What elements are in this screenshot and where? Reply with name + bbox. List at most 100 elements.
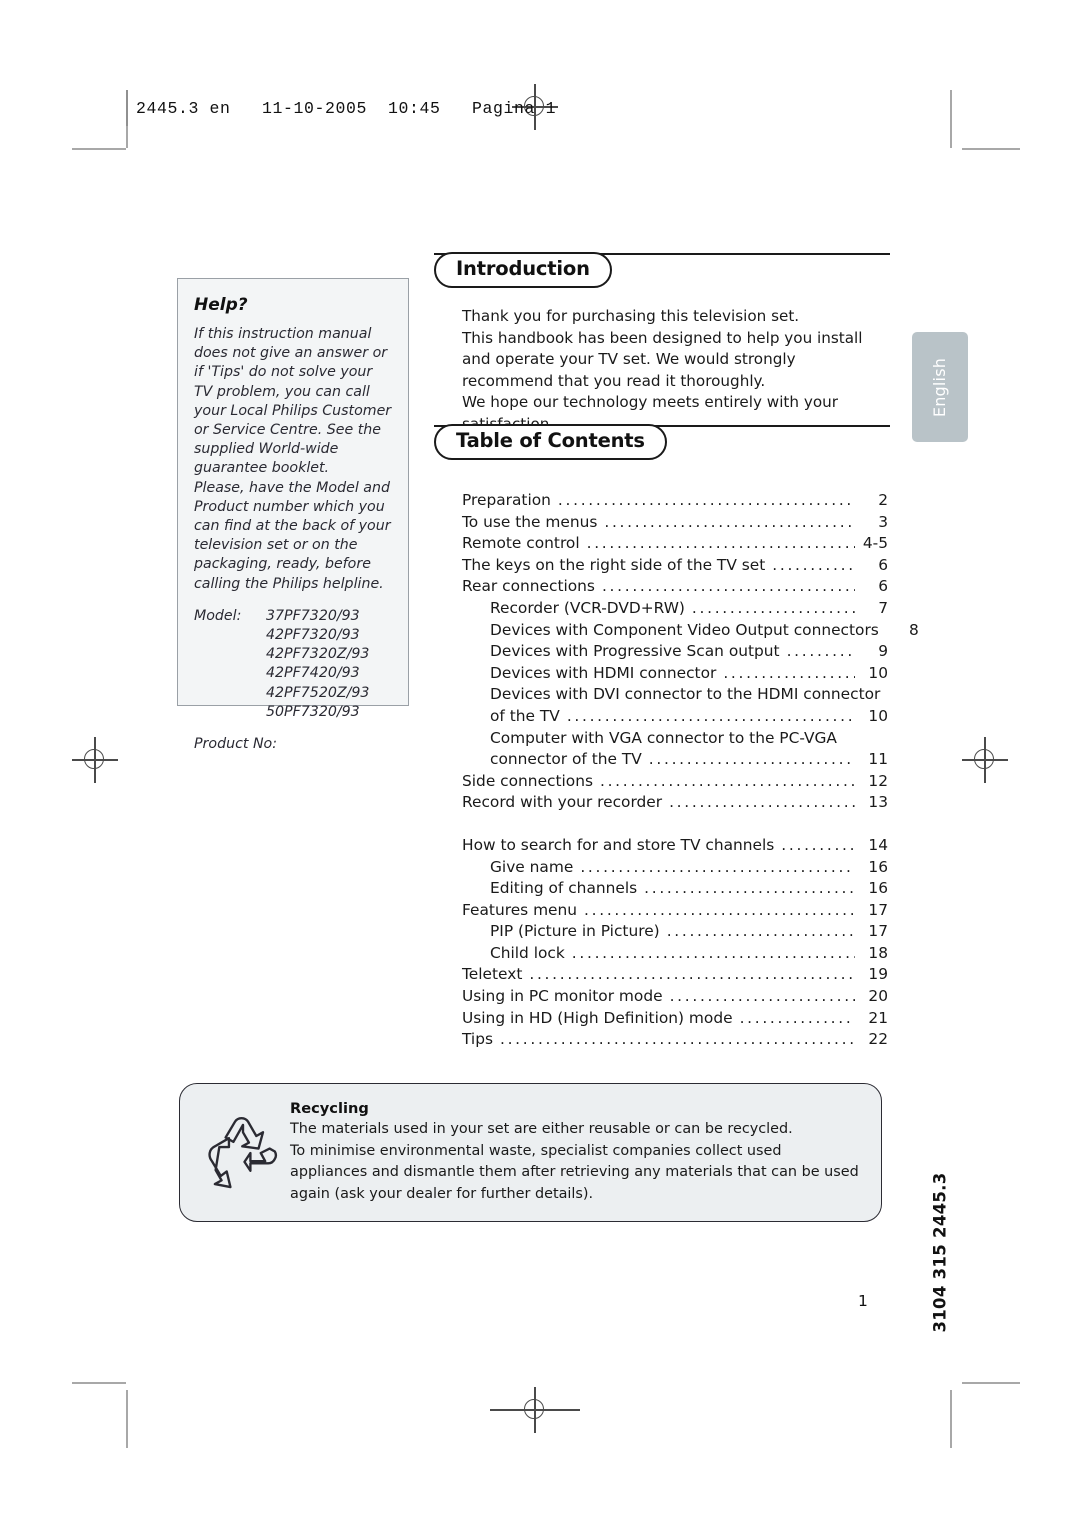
toc-leader-dots: ........................................… bbox=[586, 534, 855, 553]
toc-entry-label: Devices with Progressive Scan output bbox=[490, 642, 780, 661]
toc-leader-dots: ........................................… bbox=[669, 987, 855, 1006]
toc-entry-page: 18 bbox=[868, 943, 888, 962]
toc-entry-label: Remote control bbox=[462, 534, 580, 553]
toc-leader-dots: ........................................… bbox=[500, 1030, 855, 1049]
toc-entry[interactable]: Using in PC monitor mode................… bbox=[462, 986, 888, 1008]
toc-entry-label: Rear connections bbox=[462, 577, 595, 596]
crop-mark-bottom-left-vertical bbox=[126, 1390, 128, 1448]
toc-entry-label: Devices with HDMI connector bbox=[490, 663, 717, 682]
recycling-text: Recycling The materials used in your set… bbox=[290, 1100, 881, 1205]
model-item: 50PF7320/93 bbox=[266, 703, 360, 720]
introduction-body: Thank you for purchasing this television… bbox=[462, 306, 890, 435]
toc-entry-label: connector of the TV bbox=[490, 750, 642, 769]
recycle-icon bbox=[180, 1116, 290, 1190]
document-code: 3104 315 2445.3 bbox=[900, 1172, 980, 1332]
toc-entry-page: 16 bbox=[868, 857, 888, 876]
toc-leader-dots: ........................................… bbox=[529, 965, 855, 984]
toc-leader-dots: ........................................… bbox=[604, 512, 855, 531]
toc-entry-page: 10 bbox=[868, 706, 888, 725]
toc-entry-label: Record with your recorder bbox=[462, 793, 663, 812]
introduction-paragraph-2: This handbook has been designed to help … bbox=[462, 328, 863, 390]
help-paragraph-2: Please, have the Model and Product numbe… bbox=[194, 479, 391, 592]
toc-entry[interactable]: Devices with DVI connector to the HDMI c… bbox=[462, 684, 888, 706]
toc-leader-dots: ........................................… bbox=[666, 922, 855, 941]
toc-list: Preparation.............................… bbox=[462, 490, 919, 1051]
toc-entry[interactable]: Devices with HDMI connector.............… bbox=[462, 663, 888, 685]
print-header: 2445.3 en 11-10-2005 10:45 Pagina 1 bbox=[126, 90, 556, 126]
toc-entry[interactable]: Side connections........................… bbox=[462, 771, 888, 793]
toc-entry-page: 17 bbox=[868, 922, 888, 941]
toc-entry[interactable]: Recorder (VCR-DVD+RW)...................… bbox=[462, 598, 888, 620]
model-item: 37PF7320/93 bbox=[266, 607, 360, 624]
toc-leader-dots: ........................................… bbox=[648, 750, 855, 769]
toc-entry[interactable]: Give name...............................… bbox=[462, 857, 888, 879]
toc-entry[interactable]: Remote control..........................… bbox=[462, 533, 888, 555]
toc-leader-dots: ........................................… bbox=[786, 642, 855, 661]
toc-entry-page: 6 bbox=[878, 555, 888, 574]
toc-entry-page: 4-5 bbox=[862, 534, 888, 553]
language-tab: English bbox=[912, 332, 968, 442]
toc-entry[interactable]: To use the menus........................… bbox=[462, 512, 888, 534]
toc-leader-dots: ........................................… bbox=[600, 771, 855, 790]
registration-mark-bottom bbox=[490, 1387, 580, 1433]
registration-mark-left bbox=[72, 737, 118, 783]
toc-entry[interactable]: Child lock..............................… bbox=[462, 943, 888, 965]
toc-entry[interactable]: How to search for and store TV channels.… bbox=[462, 835, 888, 857]
language-tab-label: English bbox=[930, 357, 950, 417]
toc-entry-page: 13 bbox=[868, 793, 888, 812]
toc-entry[interactable]: Devices with Component Video Output conn… bbox=[462, 620, 919, 642]
toc-entry-label: PIP (Picture in Picture) bbox=[490, 922, 660, 941]
help-box-body: If this instruction manual does not give… bbox=[194, 325, 394, 594]
toc-entry[interactable]: Features menu...........................… bbox=[462, 900, 888, 922]
toc-entry[interactable]: The keys on the right side of the TV set… bbox=[462, 555, 888, 577]
toc-entry-label: How to search for and store TV channels bbox=[462, 835, 775, 854]
toc-entry-label: Features menu bbox=[462, 900, 578, 919]
toc-leader-dots: ........................................… bbox=[584, 900, 855, 919]
table-of-contents-section: Table of Contents Preparation...........… bbox=[434, 424, 919, 1051]
toc-entry-label: Recorder (VCR-DVD+RW) bbox=[490, 598, 685, 617]
toc-entry[interactable]: Record with your recorder...............… bbox=[462, 792, 888, 814]
toc-entry-page: 3 bbox=[878, 512, 888, 531]
toc-entry-label: Devices with DVI connector to the HDMI c… bbox=[490, 685, 881, 704]
toc-entry[interactable]: Rear connections........................… bbox=[462, 576, 888, 598]
toc-entry[interactable]: of the TV...............................… bbox=[462, 706, 888, 728]
toc-entry-page: 19 bbox=[868, 965, 888, 984]
toc-entry[interactable]: Editing of channels.....................… bbox=[462, 878, 888, 900]
toc-entry-page: 22 bbox=[868, 1030, 888, 1049]
toc-entry[interactable]: Teletext................................… bbox=[462, 964, 888, 986]
toc-entry-page: 21 bbox=[868, 1008, 888, 1027]
introduction-section: Introduction Thank you for purchasing th… bbox=[434, 252, 890, 435]
toc-entry[interactable]: PIP (Picture in Picture)................… bbox=[462, 921, 888, 943]
model-block: Model: 37PF7320/93 42PF7320/93 42PF7320Z… bbox=[194, 607, 394, 722]
toc-heading-wrap: Table of Contents bbox=[434, 424, 890, 464]
document-page: 2445.3 en 11-10-2005 10:45 Pagina 1 Help… bbox=[0, 0, 1080, 1528]
toc-entry-label: Side connections bbox=[462, 771, 593, 790]
toc-entry-label: The keys on the right side of the TV set bbox=[462, 555, 766, 574]
toc-entry-page: 2 bbox=[878, 491, 888, 509]
toc-heading: Table of Contents bbox=[434, 424, 667, 461]
toc-entry-label: Editing of channels bbox=[490, 879, 638, 898]
crop-mark-bottom-right-vertical bbox=[950, 1390, 952, 1448]
toc-entry[interactable]: Devices with Progressive Scan output....… bbox=[462, 641, 888, 663]
recycling-paragraph-1: The materials used in your set are eithe… bbox=[290, 1121, 793, 1137]
toc-leader-dots: ........................................… bbox=[772, 555, 855, 574]
toc-entry-page: 12 bbox=[868, 771, 888, 790]
toc-leader-dots: ........................................… bbox=[691, 598, 855, 617]
toc-entry[interactable]: connector of the TV.....................… bbox=[462, 749, 888, 771]
toc-leader-dots: ........................................… bbox=[557, 491, 855, 509]
toc-entry[interactable]: Tips....................................… bbox=[462, 1029, 888, 1051]
toc-leader-dots: ........................................… bbox=[601, 577, 855, 596]
toc-entry[interactable]: Preparation.............................… bbox=[462, 490, 888, 512]
print-header-text: 2445.3 en 11-10-2005 10:45 Pagina 1 bbox=[136, 98, 557, 118]
toc-entry-page: 8 bbox=[909, 620, 919, 639]
toc-entry[interactable]: Computer with VGA connector to the PC-VG… bbox=[462, 728, 888, 750]
toc-entry-page: 7 bbox=[878, 598, 888, 617]
toc-entry[interactable]: Using in HD (High Definition) mode......… bbox=[462, 1008, 888, 1030]
toc-entry-label: Give name bbox=[490, 857, 574, 876]
crop-mark-bottom-left-horizontal bbox=[72, 1382, 126, 1384]
introduction-heading: Introduction bbox=[434, 252, 612, 289]
page-number: 1 bbox=[858, 1292, 868, 1310]
toc-entry-page: 14 bbox=[868, 835, 888, 854]
model-item: 42PF7520Z/93 bbox=[266, 684, 370, 701]
recycling-box: Recycling The materials used in your set… bbox=[179, 1083, 882, 1222]
